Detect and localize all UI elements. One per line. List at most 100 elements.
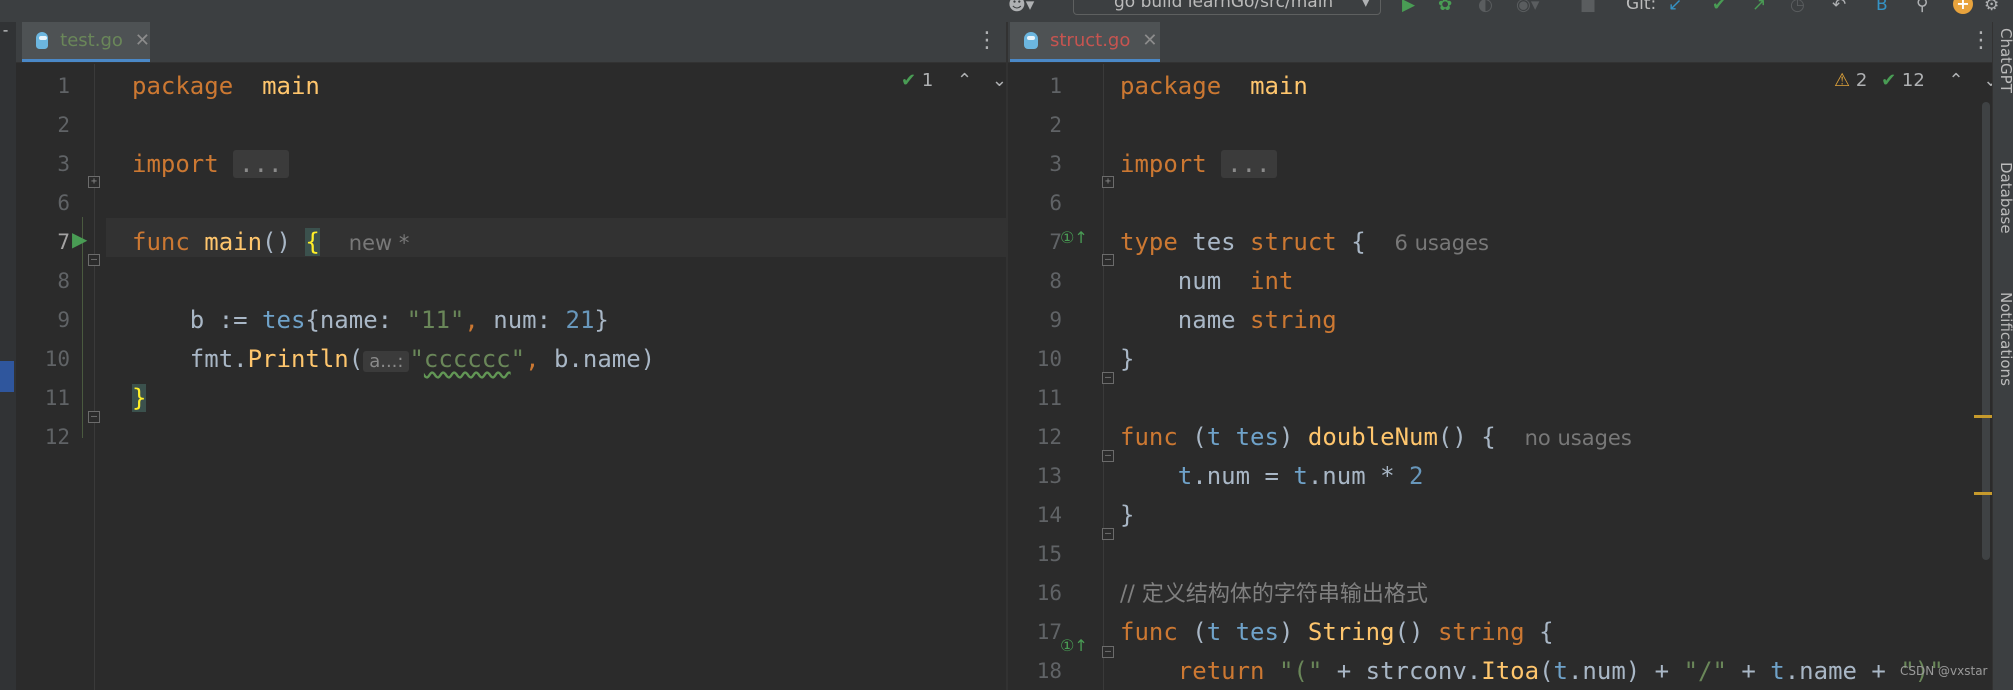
- code-line[interactable]: type tes struct { 6 usages: [1120, 223, 1489, 263]
- code-token: int: [1250, 267, 1294, 295]
- code-line[interactable]: }: [132, 379, 147, 418]
- tab-label: test.go: [60, 30, 123, 51]
- line-number: 2: [1049, 113, 1062, 137]
- code-line[interactable]: package main: [1120, 67, 1308, 106]
- user-icon[interactable]: ☻▾: [1008, 0, 1034, 14]
- more-options-icon[interactable]: ⋮: [976, 28, 998, 53]
- code-token: }: [594, 306, 609, 334]
- code-line[interactable]: package main: [132, 67, 320, 106]
- code-token: ,: [525, 345, 554, 373]
- code-line[interactable]: import ...: [1120, 145, 1277, 184]
- tab-test-go[interactable]: test.go ✕: [22, 22, 150, 62]
- line-number: 16: [1036, 581, 1062, 605]
- right-code-area[interactable]: 1 package main 2 3 import ... 6 7 type tes stru…: [1008, 64, 1978, 690]
- code-token: doubleNum: [1307, 423, 1438, 451]
- sidebar-item-database[interactable]: Database: [1997, 162, 2013, 234]
- code-token: t: [1177, 462, 1193, 490]
- code-token: .num =: [1192, 462, 1294, 490]
- settings-icon[interactable]: ⚙: [1984, 0, 1999, 14]
- code-line[interactable]: b := tes{name: "11", num: 21}: [132, 301, 609, 340]
- inlay-hint[interactable]: 6 usages: [1395, 231, 1489, 255]
- code-token: string: [1250, 306, 1337, 334]
- left-tool-strip: ⁃: [0, 22, 16, 690]
- line-number: 18: [1036, 659, 1062, 683]
- code-token: .num) +: [1567, 657, 1684, 685]
- next-highlight-icon[interactable]: ⌄: [1983, 70, 1992, 91]
- search-icon[interactable]: ⚲: [1916, 0, 1928, 14]
- warning-stripe[interactable]: [1974, 415, 1992, 418]
- profile-icon[interactable]: ◉▾: [1516, 0, 1539, 14]
- code-token: string: [1437, 618, 1525, 646]
- git-history-icon[interactable]: ◷: [1790, 0, 1805, 14]
- sidebar-item-chatgpt[interactable]: ChatGPT: [1997, 28, 2013, 93]
- chevron-down-icon: ▾: [1361, 0, 1370, 12]
- code-token: 2: [1409, 462, 1424, 490]
- code-line[interactable]: t.num = t.num * 2: [1120, 457, 1424, 496]
- inlay-hint[interactable]: no usages: [1525, 426, 1632, 450]
- code-comment: // 定义结构体的字符串输出格式: [1120, 582, 1428, 607]
- git-label: Git:: [1626, 0, 1657, 14]
- run-configuration-select[interactable]: go build learnGo/src/main ▾: [1073, 0, 1381, 15]
- code-line[interactable]: func (t tes) String() string {: [1120, 613, 1554, 652]
- line-number: 3: [57, 152, 70, 176]
- folded-region[interactable]: ...: [1221, 150, 1277, 178]
- strip-arrow-icon[interactable]: ⁃: [2, 24, 9, 40]
- code-line[interactable]: // 定义结构体的字符串输出格式: [1120, 574, 1428, 614]
- code-token: tes: [1235, 423, 1279, 451]
- git-push-icon[interactable]: ↗: [1752, 0, 1766, 14]
- more-options-icon[interactable]: ⋮: [1970, 28, 1992, 53]
- translate-icon[interactable]: Β: [1876, 0, 1888, 14]
- line-number: 9: [57, 308, 70, 332]
- git-update-icon[interactable]: ↙: [1668, 0, 1682, 14]
- git-rollback-icon[interactable]: ↶: [1832, 0, 1846, 14]
- code-token: + strconv.: [1322, 657, 1482, 685]
- left-tab-bar: test.go ✕ ⋮: [16, 22, 1006, 63]
- code-token: }: [1120, 501, 1135, 529]
- updates-icon[interactable]: +: [1953, 0, 1973, 14]
- code-token: func: [1120, 618, 1178, 646]
- code-token: main: [262, 72, 320, 100]
- folded-region[interactable]: ...: [233, 150, 289, 178]
- code-line[interactable]: func main() { new *: [132, 223, 409, 263]
- code-token: func: [1120, 423, 1178, 451]
- code-token: (: [348, 345, 364, 373]
- code-line[interactable]: name string: [1120, 301, 1337, 340]
- code-line[interactable]: num int: [1120, 262, 1294, 301]
- coverage-icon[interactable]: ◐: [1478, 0, 1493, 14]
- parameter-hint: a...:: [363, 351, 410, 372]
- code-line[interactable]: }: [1120, 340, 1134, 379]
- tab-struct-go[interactable]: struct.go ✕: [1010, 22, 1160, 62]
- code-token: main: [1250, 72, 1308, 100]
- close-tab-icon[interactable]: ✕: [135, 30, 150, 51]
- code-token: {: [305, 228, 320, 256]
- debug-icon[interactable]: ✿: [1438, 0, 1452, 14]
- close-tab-icon[interactable]: ✕: [1142, 30, 1157, 51]
- code-token: cccccc: [423, 345, 511, 373]
- code-token: String: [1307, 618, 1395, 646]
- sidebar-item-notifications[interactable]: Notifications: [1997, 292, 2013, 386]
- code-token: import: [1120, 150, 1207, 178]
- code-line[interactable]: func (t tes) doubleNum() { no usages: [1120, 418, 1632, 458]
- code-line[interactable]: import ...: [132, 145, 289, 184]
- warning-stripe[interactable]: [1974, 492, 1992, 495]
- line-number: 1: [57, 74, 70, 98]
- code-token: num:: [493, 306, 566, 334]
- right-tab-bar: struct.go ✕ ⋮: [1008, 22, 1992, 63]
- code-line[interactable]: }: [1120, 496, 1134, 535]
- code-token: t: [1770, 657, 1785, 685]
- code-token: "(": [1278, 657, 1323, 685]
- left-code-area[interactable]: 1 package main 2 3 import ... 6 7 func main() {…: [16, 64, 1006, 690]
- stop-icon[interactable]: ■: [1580, 0, 1596, 14]
- code-line[interactable]: return "(" + strconv.Itoa(t.num) + "/" +…: [1120, 652, 1944, 690]
- code-line[interactable]: fmt.Println(a...: "cccccc", b.name): [132, 340, 655, 381]
- code-token: num: [1120, 267, 1251, 295]
- inlay-hint[interactable]: new *: [349, 231, 410, 255]
- watermark: CSDN @vxstar: [1900, 664, 1988, 678]
- git-commit-icon[interactable]: ✔: [1712, 0, 1726, 14]
- line-number: 10: [1036, 347, 1062, 371]
- code-token: {: [1524, 618, 1554, 646]
- run-icon[interactable]: ▶: [1402, 0, 1415, 14]
